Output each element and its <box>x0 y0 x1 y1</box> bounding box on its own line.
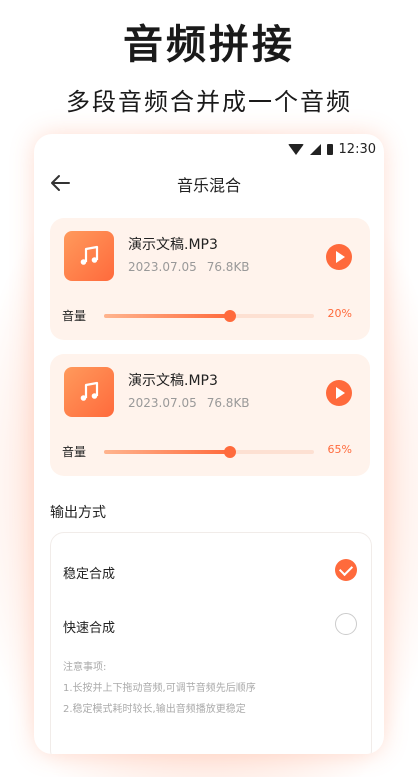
track-date: 2023.07.05 <box>128 260 197 274</box>
phone-screen: 12:30 音乐混合 演示文稿.MP3 2023.07.05 76.8KB 音量 … <box>34 134 384 754</box>
signal-icon <box>309 143 321 155</box>
output-section-title: 输出方式 <box>50 505 106 521</box>
check-icon[interactable] <box>335 559 357 581</box>
page-title: 音乐混合 <box>176 176 241 195</box>
radio-unchecked[interactable] <box>335 613 357 635</box>
track-date: 2023.07.05 <box>128 396 197 410</box>
status-bar: 12:30 <box>287 140 376 158</box>
track-card[interactable]: 演示文稿.MP3 2023.07.05 76.8KB 音量 20% <box>50 218 370 340</box>
option-label: 快速合成 <box>63 621 116 636</box>
track-meta: 2023.07.05 76.8KB <box>128 260 250 274</box>
wifi-icon <box>287 143 304 155</box>
option-stable[interactable]: 稳定合成 <box>51 551 371 591</box>
play-button[interactable] <box>326 244 352 270</box>
volume-slider[interactable] <box>104 310 314 322</box>
nav-bar: 音乐混合 <box>34 168 384 198</box>
option-fast[interactable]: 快速合成 <box>51 605 371 645</box>
volume-label: 音量 <box>62 445 87 459</box>
volume-value: 65% <box>327 443 352 456</box>
track-card[interactable]: 演示文稿.MP3 2023.07.05 76.8KB 音量 65% <box>50 354 370 476</box>
volume-fill <box>104 314 230 318</box>
status-time: 12:30 <box>338 141 376 157</box>
promo-subtitle: 多段音频合并成一个音频 <box>66 88 352 116</box>
volume-label: 音量 <box>62 309 87 323</box>
track-name: 演示文稿.MP3 <box>128 373 218 389</box>
music-note-icon <box>64 231 114 281</box>
notes-block: 注意事项: 1.长按并上下拖动音频,可调节音频先后顺序 2.稳定模式耗时较长,输… <box>63 657 256 720</box>
volume-value: 20% <box>327 307 352 320</box>
note-item: 2.稳定模式耗时较长,输出音频播放更稳定 <box>63 704 246 715</box>
track-meta: 2023.07.05 76.8KB <box>128 396 250 410</box>
volume-slider-handle[interactable] <box>224 310 236 322</box>
track-size: 76.8KB <box>206 260 250 274</box>
track-name: 演示文稿.MP3 <box>128 237 218 253</box>
track-size: 76.8KB <box>206 396 250 410</box>
option-label: 稳定合成 <box>63 567 116 582</box>
battery-icon <box>326 143 333 155</box>
play-button[interactable] <box>326 380 352 406</box>
notes-title: 注意事项: <box>63 662 107 673</box>
output-options-card: 稳定合成 快速合成 注意事项: 1.长按并上下拖动音频,可调节音频先后顺序 2.… <box>50 532 372 754</box>
promo-title: 音频拼接 <box>123 22 295 68</box>
volume-slider-handle[interactable] <box>224 446 236 458</box>
volume-slider[interactable] <box>104 446 314 458</box>
volume-fill <box>104 450 230 454</box>
music-note-icon <box>64 367 114 417</box>
note-item: 1.长按并上下拖动音频,可调节音频先后顺序 <box>63 683 256 694</box>
